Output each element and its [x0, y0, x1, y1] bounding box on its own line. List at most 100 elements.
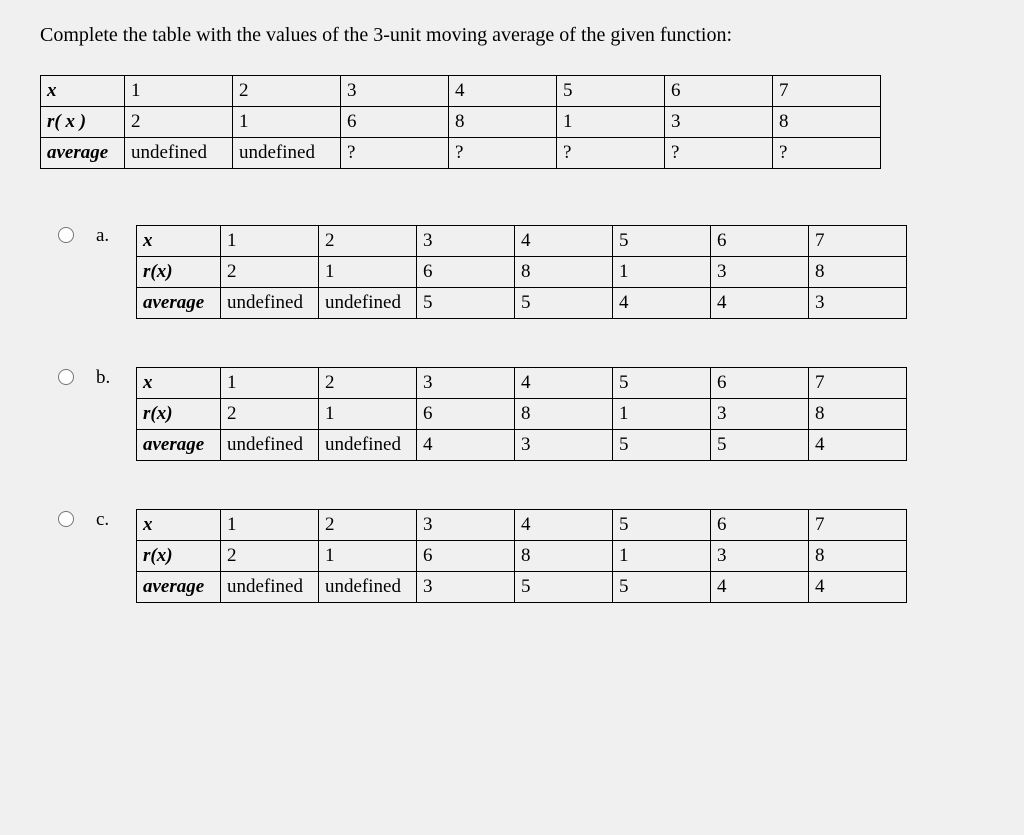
- cell: 5: [613, 572, 711, 603]
- cell: 2: [319, 510, 417, 541]
- cell: 4: [711, 288, 809, 319]
- cell: 7: [809, 226, 907, 257]
- cell: 8: [773, 107, 881, 138]
- cell: 5: [515, 572, 613, 603]
- table-row: average undefined undefined 5 5 4 4 3: [137, 288, 907, 319]
- cell: ?: [773, 138, 881, 169]
- option-letter: c.: [96, 509, 109, 531]
- row-label-avg: average: [41, 138, 125, 169]
- cell: 2: [319, 226, 417, 257]
- cell: 4: [809, 430, 907, 461]
- option-letter: a.: [96, 225, 109, 247]
- table-row: x 1 2 3 4 5 6 7: [137, 368, 907, 399]
- cell: 5: [557, 76, 665, 107]
- cell: 3: [417, 226, 515, 257]
- option-table-a: x 1 2 3 4 5 6 7 r(x) 2 1 6 8 1 3: [136, 225, 907, 319]
- cell: 3: [417, 368, 515, 399]
- table-row: average undefined undefined ? ? ? ? ?: [41, 138, 881, 169]
- cell: 3: [417, 510, 515, 541]
- cell: 4: [515, 226, 613, 257]
- cell: 5: [613, 510, 711, 541]
- radio-option-c[interactable]: [58, 511, 74, 527]
- page-container: Complete the table with the values of th…: [0, 0, 1024, 835]
- option-table-c: x 1 2 3 4 5 6 7 r(x) 2 1 6 8 1 3: [136, 509, 907, 603]
- cell: 3: [711, 399, 809, 430]
- cell: 5: [711, 430, 809, 461]
- cell: 6: [341, 107, 449, 138]
- cell: 6: [711, 368, 809, 399]
- answer-option-c: c. x 1 2 3 4 5 6 7 r(x) 2 1 6 8: [40, 509, 984, 603]
- cell: 4: [449, 76, 557, 107]
- cell: 4: [515, 368, 613, 399]
- cell: 6: [417, 541, 515, 572]
- row-label-x: x: [137, 368, 221, 399]
- cell: 5: [613, 226, 711, 257]
- cell: undefined: [319, 430, 417, 461]
- radio-option-a[interactable]: [58, 227, 74, 243]
- table-row: average undefined undefined 4 3 5 5 4: [137, 430, 907, 461]
- radio-option-b[interactable]: [58, 369, 74, 385]
- row-label-avg: average: [137, 430, 221, 461]
- cell: 6: [417, 257, 515, 288]
- table-row: r(x) 2 1 6 8 1 3 8: [137, 399, 907, 430]
- cell: 7: [809, 510, 907, 541]
- cell: 6: [711, 226, 809, 257]
- row-label-x: x: [41, 76, 125, 107]
- cell: 3: [417, 572, 515, 603]
- cell: 6: [417, 399, 515, 430]
- cell: 3: [809, 288, 907, 319]
- cell: 5: [417, 288, 515, 319]
- cell: undefined: [233, 138, 341, 169]
- cell: 2: [221, 257, 319, 288]
- cell: 1: [221, 510, 319, 541]
- cell: 7: [773, 76, 881, 107]
- cell: 1: [233, 107, 341, 138]
- table-row: x 1 2 3 4 5 6 7: [41, 76, 881, 107]
- row-label-x: x: [137, 226, 221, 257]
- row-label-rx: r(x): [137, 257, 221, 288]
- option-table-b: x 1 2 3 4 5 6 7 r(x) 2 1 6 8 1 3: [136, 367, 907, 461]
- table-row: average undefined undefined 3 5 5 4 4: [137, 572, 907, 603]
- cell: 1: [613, 541, 711, 572]
- cell: 4: [417, 430, 515, 461]
- cell: 2: [319, 368, 417, 399]
- cell: 8: [515, 541, 613, 572]
- cell: ?: [665, 138, 773, 169]
- table-row: x 1 2 3 4 5 6 7: [137, 226, 907, 257]
- cell: 1: [221, 368, 319, 399]
- row-label-avg: average: [137, 288, 221, 319]
- cell: 3: [665, 107, 773, 138]
- cell: 1: [319, 399, 417, 430]
- row-label-x: x: [137, 510, 221, 541]
- cell: 1: [221, 226, 319, 257]
- cell: 4: [613, 288, 711, 319]
- cell: 8: [809, 541, 907, 572]
- cell: 6: [665, 76, 773, 107]
- cell: 8: [515, 399, 613, 430]
- table-row: r(x) 2 1 6 8 1 3 8: [137, 257, 907, 288]
- cell: 1: [613, 257, 711, 288]
- given-table: x 1 2 3 4 5 6 7 r( x ) 2 1 6 8 1 3 8 ave…: [40, 75, 881, 169]
- cell: undefined: [125, 138, 233, 169]
- cell: 8: [809, 257, 907, 288]
- table-row: r( x ) 2 1 6 8 1 3 8: [41, 107, 881, 138]
- cell: undefined: [221, 288, 319, 319]
- cell: undefined: [221, 572, 319, 603]
- cell: 3: [711, 541, 809, 572]
- cell: 4: [515, 510, 613, 541]
- cell: 4: [809, 572, 907, 603]
- cell: 2: [221, 541, 319, 572]
- table-row: r(x) 2 1 6 8 1 3 8: [137, 541, 907, 572]
- cell: 8: [449, 107, 557, 138]
- cell: ?: [341, 138, 449, 169]
- cell: 5: [613, 430, 711, 461]
- cell: 4: [711, 572, 809, 603]
- cell: 1: [613, 399, 711, 430]
- cell: 6: [711, 510, 809, 541]
- cell: ?: [449, 138, 557, 169]
- cell: undefined: [221, 430, 319, 461]
- answer-option-b: b. x 1 2 3 4 5 6 7 r(x) 2 1 6 8: [40, 367, 984, 461]
- cell: 2: [233, 76, 341, 107]
- cell: 1: [319, 257, 417, 288]
- cell: 3: [341, 76, 449, 107]
